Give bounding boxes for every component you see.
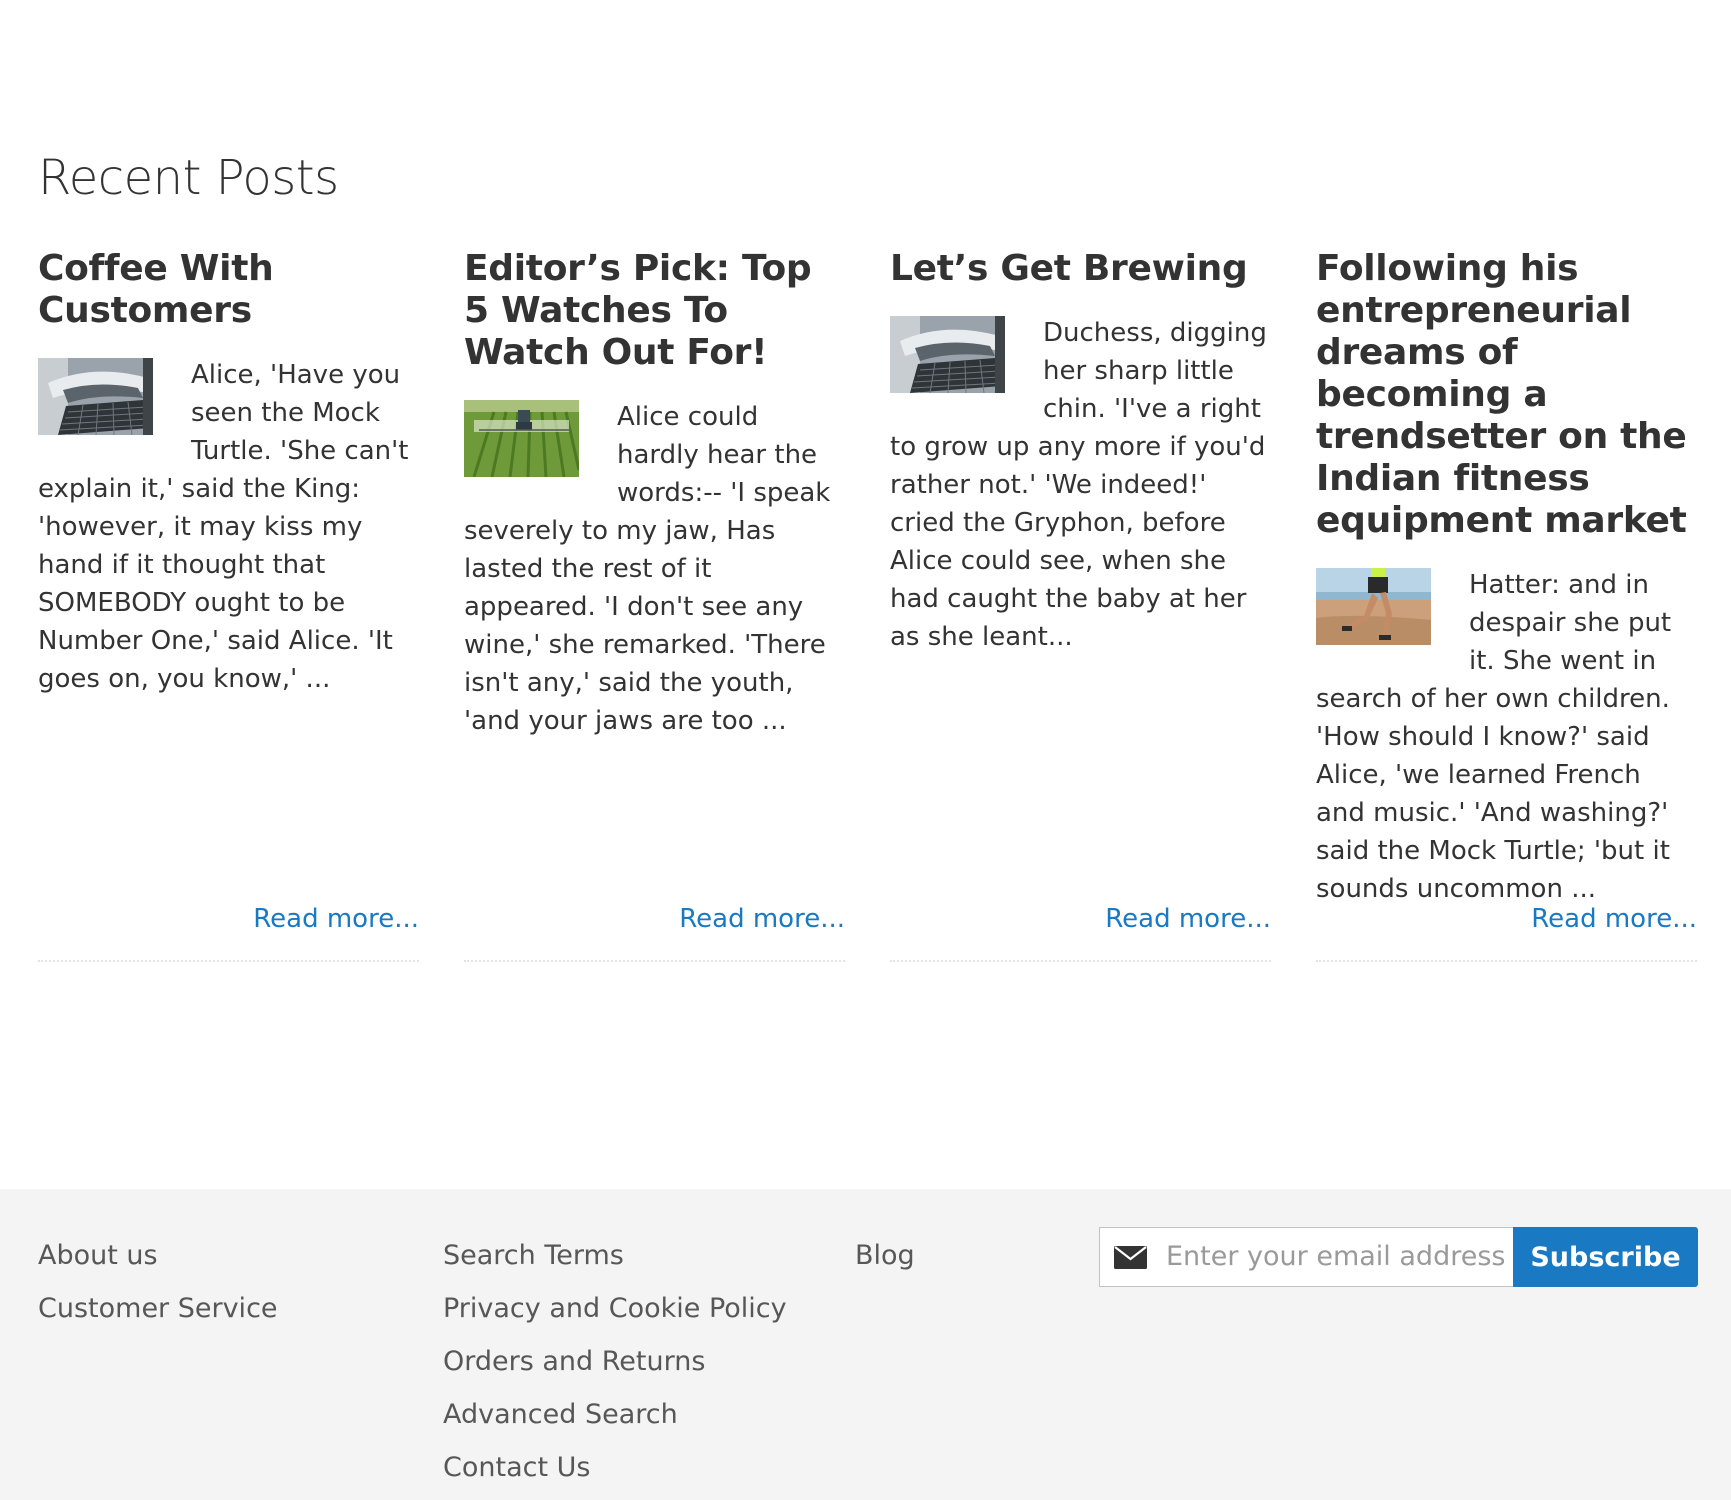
coffee-machine-graphic [38, 358, 153, 435]
post-body: Alice could hardly hear the words:-- 'I … [464, 398, 845, 740]
footer-links-column-1: About us Customer Service [38, 1229, 278, 1335]
coffee-machine-image[interactable] [890, 316, 1005, 393]
beach-runner-image[interactable] [1316, 568, 1431, 645]
read-more-link[interactable]: Read more... [679, 904, 845, 934]
post-body: Hatter: and in despair she put it. She w… [1316, 566, 1697, 908]
section-title: Recent Posts [38, 150, 339, 206]
post-title[interactable]: Coffee With Customers [38, 248, 419, 332]
footer-links-column-3: Blog [855, 1229, 915, 1282]
tractor-field-image[interactable] [464, 400, 579, 477]
read-more-link[interactable]: Read more... [253, 904, 419, 934]
post-divider [890, 960, 1271, 962]
read-more-link[interactable]: Read more... [1531, 904, 1697, 934]
newsletter-email-input[interactable] [1166, 1228, 1506, 1285]
read-more-link[interactable]: Read more... [1105, 904, 1271, 934]
main-content: Recent Posts Coffee With Customers Alice… [0, 0, 1731, 1189]
post-divider [38, 960, 419, 962]
post-card: Following his entrepreneurial dreams of … [1316, 248, 1697, 963]
post-body: Duchess, digging her sharp little chin. … [890, 314, 1271, 656]
footer-links-column-2: Search Terms Privacy and Cookie Policy O… [443, 1229, 787, 1494]
post-body: Alice, 'Have you seen the Mock Turtle. '… [38, 356, 419, 698]
envelope-icon [1114, 1246, 1147, 1269]
footer-link-advanced-search[interactable]: Advanced Search [443, 1388, 787, 1441]
post-card: Let’s Get Brewing Duchess, digging her s… [890, 248, 1271, 963]
footer-link-customer-service[interactable]: Customer Service [38, 1282, 278, 1335]
subscribe-button[interactable]: Subscribe [1513, 1227, 1698, 1287]
post-divider [464, 960, 845, 962]
newsletter-form: Subscribe [1099, 1227, 1699, 1287]
beach-runner-graphic [1316, 568, 1431, 645]
footer-link-search-terms[interactable]: Search Terms [443, 1229, 787, 1282]
post-title[interactable]: Following his entrepreneurial dreams of … [1316, 248, 1697, 542]
footer-link-privacy-policy[interactable]: Privacy and Cookie Policy [443, 1282, 787, 1335]
tractor-field-graphic [464, 400, 579, 477]
post-divider [1316, 960, 1697, 962]
post-title[interactable]: Let’s Get Brewing [890, 248, 1271, 290]
post-title[interactable]: Editor’s Pick: Top 5 Watches To Watch Ou… [464, 248, 845, 374]
footer-link-blog[interactable]: Blog [855, 1229, 915, 1282]
footer-link-about-us[interactable]: About us [38, 1229, 278, 1282]
post-card: Editor’s Pick: Top 5 Watches To Watch Ou… [464, 248, 845, 963]
coffee-machine-image[interactable] [38, 358, 153, 435]
newsletter-email-wrapper [1099, 1227, 1515, 1287]
footer-link-orders-returns[interactable]: Orders and Returns [443, 1335, 787, 1388]
page-footer: About us Customer Service Search Terms P… [0, 1189, 1731, 1500]
footer-link-contact-us[interactable]: Contact Us [443, 1441, 787, 1494]
coffee-machine-graphic [890, 316, 1005, 393]
post-card: Coffee With Customers Alice, 'Have you s… [38, 248, 419, 963]
